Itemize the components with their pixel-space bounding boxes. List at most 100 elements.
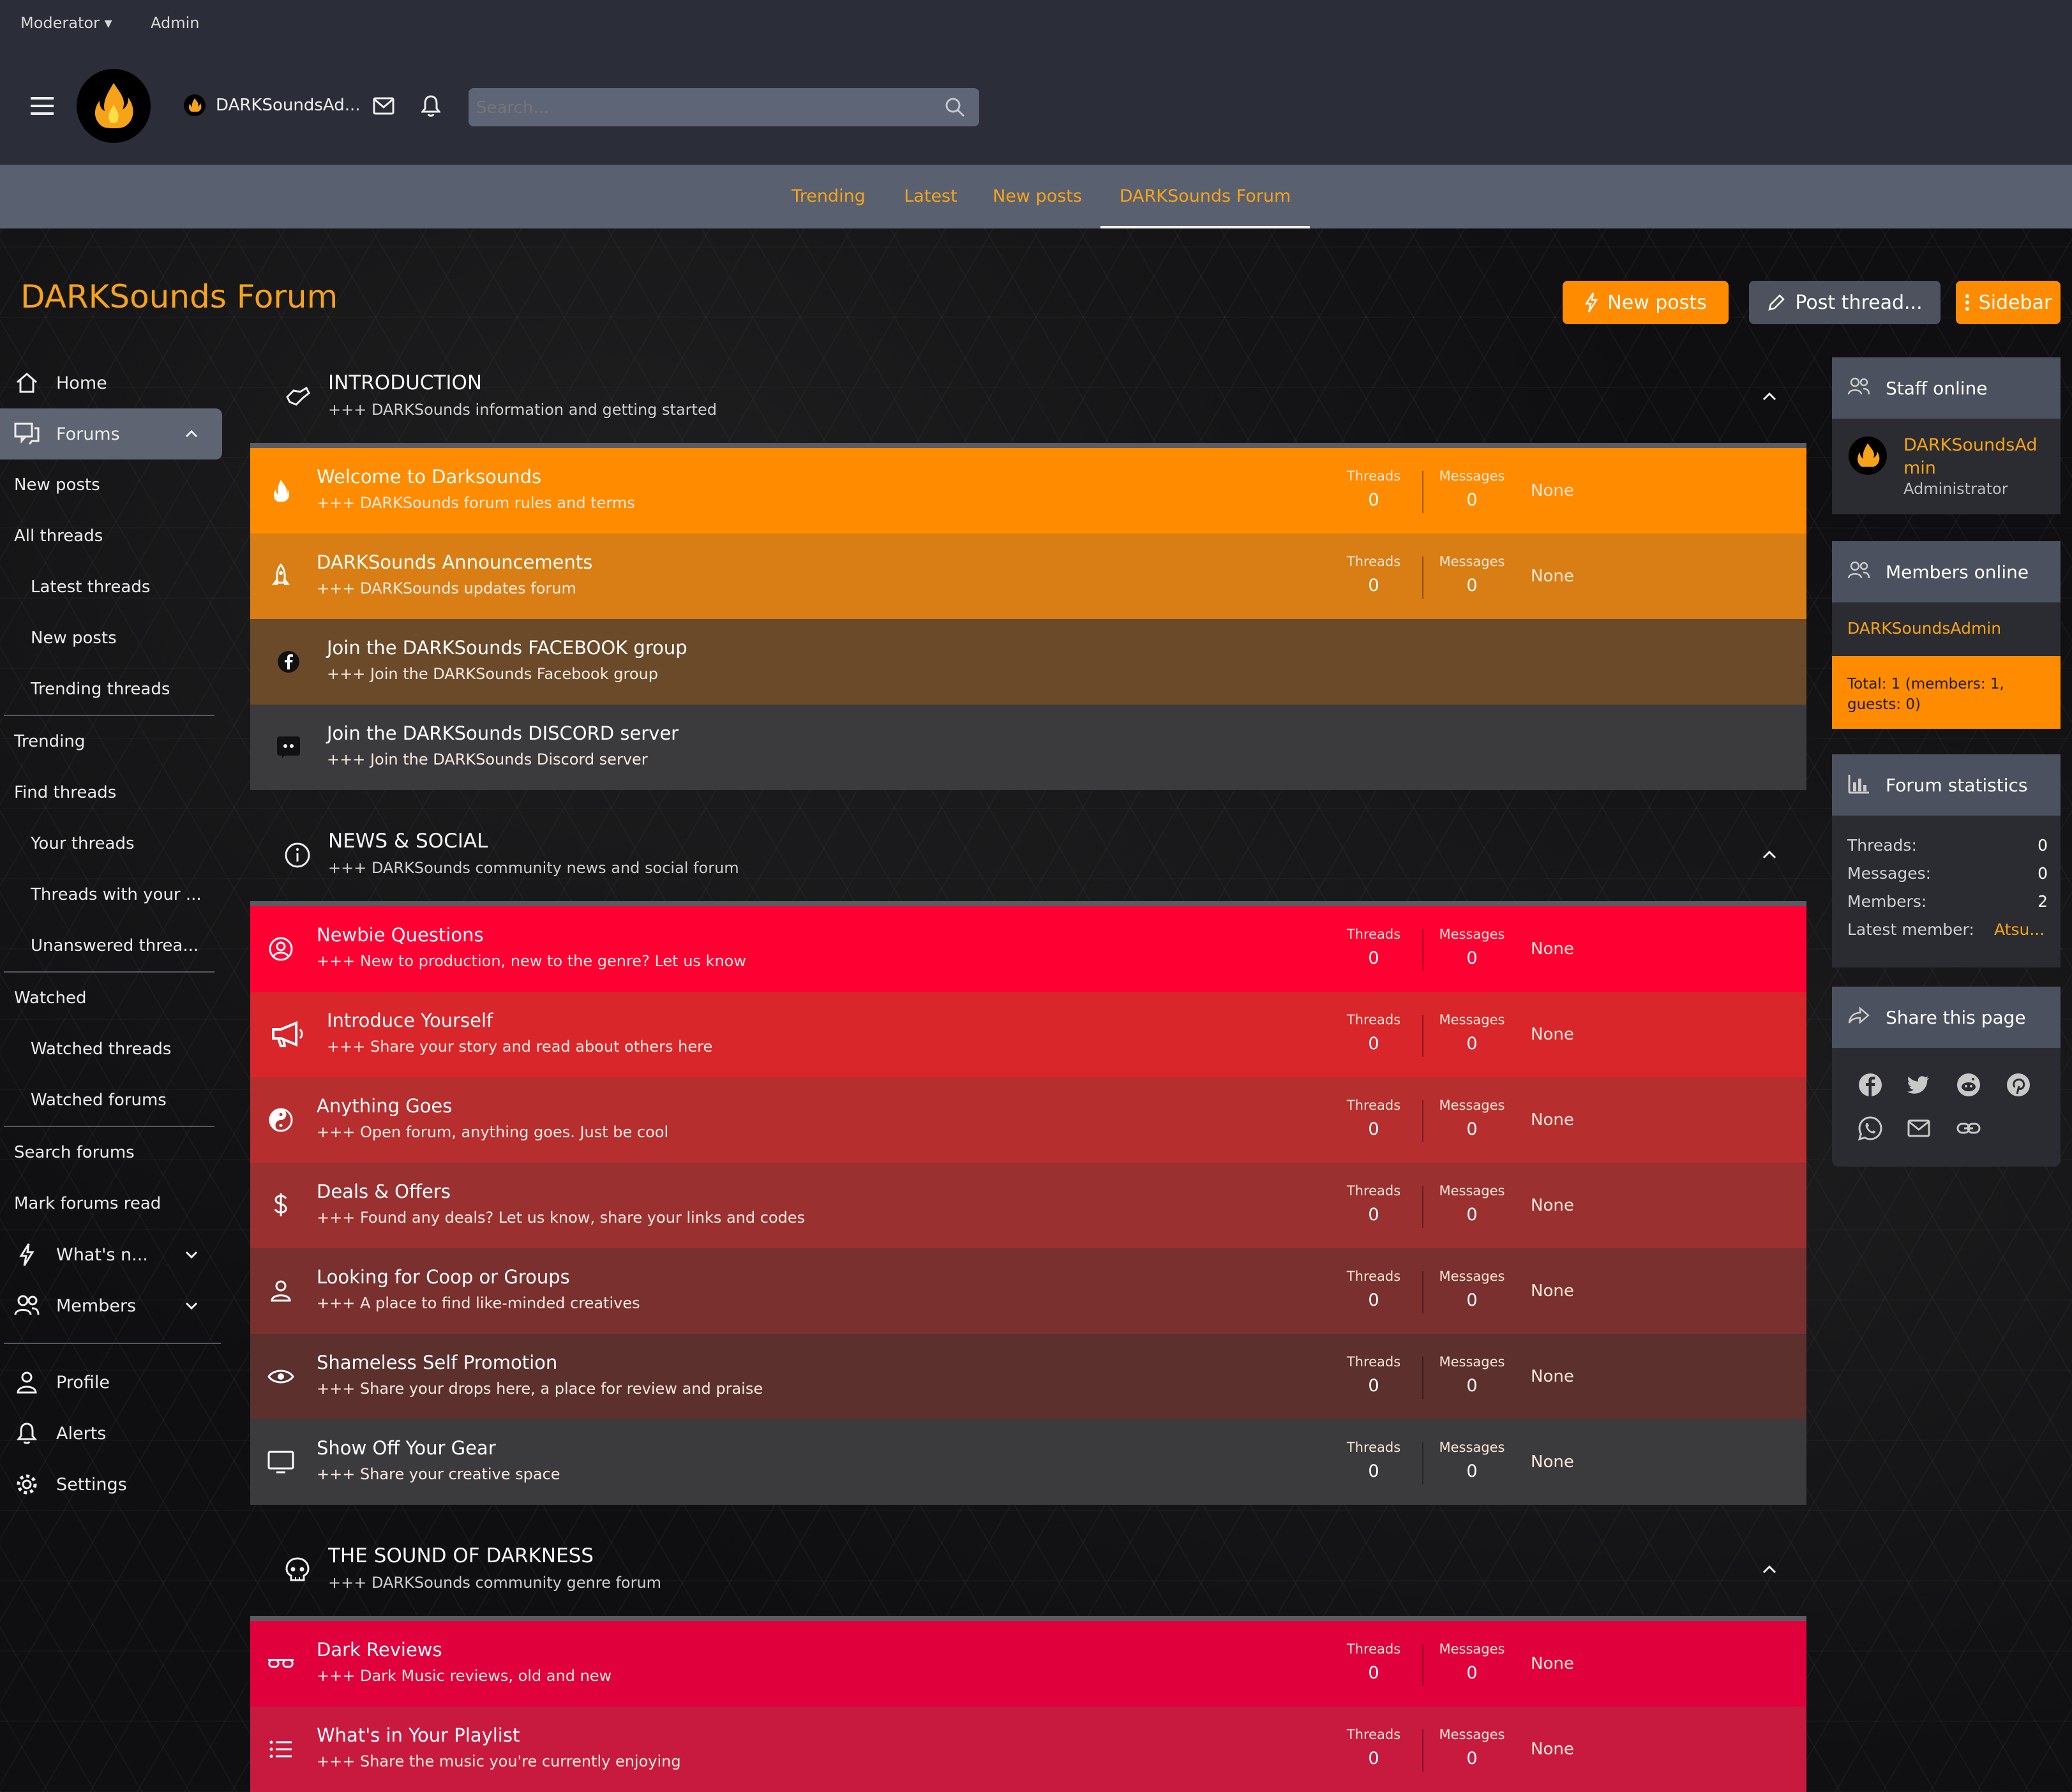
category-news-social[interactable]: NEWS & SOCIAL +++ DARKSounds community n… [250,813,1806,902]
sidebar-item-latest-threads[interactable]: Latest threads [31,574,253,600]
sidebar-item-mark-forums-read[interactable]: Mark forums read [14,1191,236,1216]
sidebar-item-unanswered-threads[interactable]: Unanswered threa... [31,933,253,959]
chevron-down-icon[interactable] [183,1297,200,1315]
block-title: Forum statistics [1886,774,2028,796]
messages-label: Messages [1439,1098,1505,1113]
stat-divider [1422,556,1423,599]
online-member-link[interactable]: DARKSoundsAdmin [1847,619,2001,638]
share-reddit-icon[interactable] [1956,1072,1981,1098]
sidebar-item-alerts[interactable]: Alerts [0,1417,222,1450]
forum-row-anything-goes[interactable]: Anything Goes +++ Open forum, anything g… [250,1077,1806,1163]
forum-title[interactable]: DARKSounds Announcements [317,551,592,573]
forum-row-looking-for-coop[interactable]: Looking for Coop or Groups +++ A place t… [250,1248,1806,1334]
forum-row-deals-offers[interactable]: Deals & Offers +++ Found any deals? Let … [250,1163,1806,1248]
site-logo[interactable] [77,69,151,143]
category-title[interactable]: INTRODUCTION [328,371,482,394]
sidebar-item-new-posts[interactable]: New posts [14,472,236,498]
forum-title[interactable]: Join the DARKSounds FACEBOOK group [327,637,687,659]
share-block: Share this page [1832,987,2061,1167]
forum-row-show-off-gear[interactable]: Show Off Your Gear +++ Share your creati… [250,1419,1806,1505]
staff-username[interactable]: DARKSoundsAd min [1903,434,2037,480]
forum-title[interactable]: Shameless Self Promotion [317,1352,557,1373]
sidebar-item-find-threads[interactable]: Find threads [14,780,236,805]
chevron-up-icon[interactable] [1758,385,1781,408]
hamburger-icon[interactable] [31,96,56,116]
share-facebook-icon[interactable] [1858,1072,1883,1098]
sidebar-item-watched[interactable]: Watched [14,985,236,1011]
category-title[interactable]: THE SOUND OF DARKNESS [328,1544,594,1567]
bell-icon[interactable] [420,94,442,117]
search-input[interactable] [475,94,924,121]
category-title[interactable]: NEWS & SOCIAL [328,830,488,853]
category-sound-of-darkness[interactable]: THE SOUND OF DARKNESS +++ DARKSounds com… [250,1528,1806,1617]
admin-link[interactable]: Admin [151,14,200,32]
sidebar-item-watched-forums[interactable]: Watched forums [31,1087,253,1113]
latest-member-link[interactable]: Atsu... [1994,920,2045,939]
eye-icon [267,1363,295,1391]
tab-new-posts[interactable]: New posts [986,165,1089,228]
share-whatsapp-icon[interactable] [1858,1116,1883,1141]
mail-icon[interactable] [373,97,394,115]
forum-row-newbie-questions[interactable]: Newbie Questions +++ New to production, … [250,906,1806,992]
forum-title[interactable]: What's in Your Playlist [317,1724,520,1746]
chevron-down-icon[interactable] [183,1246,200,1264]
forum-row-introduce-yourself[interactable]: Introduce Yourself +++ Share your story … [250,992,1806,1077]
sidebar-toggle-button[interactable]: Sidebar [1956,281,2061,324]
forum-row-dark-reviews[interactable]: Dark Reviews +++ Dark Music reviews, old… [250,1621,1806,1706]
share-twitter-icon[interactable] [1906,1072,1932,1098]
sidebar-item-settings[interactable]: Settings [0,1468,222,1501]
tab-latest[interactable]: Latest [896,165,965,228]
forum-row-playlist[interactable]: What's in Your Playlist +++ Share the mu… [250,1706,1806,1792]
user-avatar[interactable] [184,94,206,116]
share-link-icon[interactable] [1956,1116,1981,1141]
chevron-up-icon[interactable] [1758,844,1781,867]
sidebar-item-profile[interactable]: Profile [0,1366,222,1399]
sidebar-item-watched-threads[interactable]: Watched threads [31,1036,253,1062]
sidebar-item-trending-threads[interactable]: Trending threads [31,676,253,702]
forum-title[interactable]: Join the DARKSounds DISCORD server [327,722,679,744]
share-pinterest-icon[interactable] [2006,1072,2031,1098]
forum-row-welcome[interactable]: Welcome to Darksounds +++ DARKSounds for… [250,448,1806,534]
chevron-up-icon[interactable] [183,425,200,443]
forum-title[interactable]: Deals & Offers [317,1181,451,1202]
moderator-menu[interactable]: Moderator ▾ [20,14,112,32]
stat-threads-value: 0 [2038,836,2048,855]
forum-title[interactable]: Show Off Your Gear [317,1437,496,1459]
username-link[interactable]: DARKSoundsAd... [216,96,361,115]
share-email-icon[interactable] [1906,1116,1932,1141]
forum-title[interactable]: Newbie Questions [317,924,484,946]
sidebar-item-trending[interactable]: Trending [14,729,236,754]
sidebar-item-whats-new[interactable]: What's n... [0,1238,222,1271]
sidebar-item-all-threads[interactable]: All threads [14,523,236,549]
sidebar-item-members[interactable]: Members [0,1289,222,1322]
search-icon[interactable] [943,96,966,119]
forum-title[interactable]: Dark Reviews [317,1639,442,1661]
search-box[interactable] [469,88,979,126]
messages-count: 0 [1466,948,1478,968]
forum-row-self-promotion[interactable]: Shameless Self Promotion +++ Share your … [250,1334,1806,1419]
sidebar-item-your-threads[interactable]: Your threads [31,831,253,856]
forum-description: +++ New to production, new to the genre?… [317,952,746,970]
users-icon [1847,377,1870,399]
forum-title[interactable]: Introduce Yourself [327,1010,493,1031]
forum-title[interactable]: Anything Goes [317,1095,452,1117]
forum-row-discord[interactable]: Join the DARKSounds DISCORD server +++ J… [250,705,1806,790]
category-introduction[interactable]: INTRODUCTION +++ DARKSounds information … [250,355,1806,444]
stat-divider [1422,1644,1423,1686]
sidebar-item-home[interactable]: Home [0,366,222,399]
sidebar-item-forums[interactable]: Forums [0,408,222,459]
sidebar-item-threads-with-your-posts[interactable]: Threads with your ... [31,882,253,907]
staff-avatar[interactable] [1849,437,1887,475]
new-posts-button[interactable]: New posts [1563,281,1729,324]
threads-stat: Threads 0 [1329,1727,1418,1768]
sidebar-item-new-posts-sub[interactable]: New posts [31,625,253,651]
forum-row-facebook[interactable]: Join the DARKSounds FACEBOOK group +++ J… [250,619,1806,705]
chevron-up-icon[interactable] [1758,1558,1781,1581]
tab-trending[interactable]: Trending [779,165,878,228]
forum-row-announcements[interactable]: DARKSounds Announcements +++ DARKSounds … [250,534,1806,619]
forum-title[interactable]: Welcome to Darksounds [317,466,541,488]
forum-title[interactable]: Looking for Coop or Groups [317,1266,570,1288]
tab-darksounds-forum[interactable]: DARKSounds Forum [1100,165,1310,228]
sidebar-item-search-forums[interactable]: Search forums [14,1140,236,1165]
post-thread-button[interactable]: Post thread... [1749,281,1941,324]
